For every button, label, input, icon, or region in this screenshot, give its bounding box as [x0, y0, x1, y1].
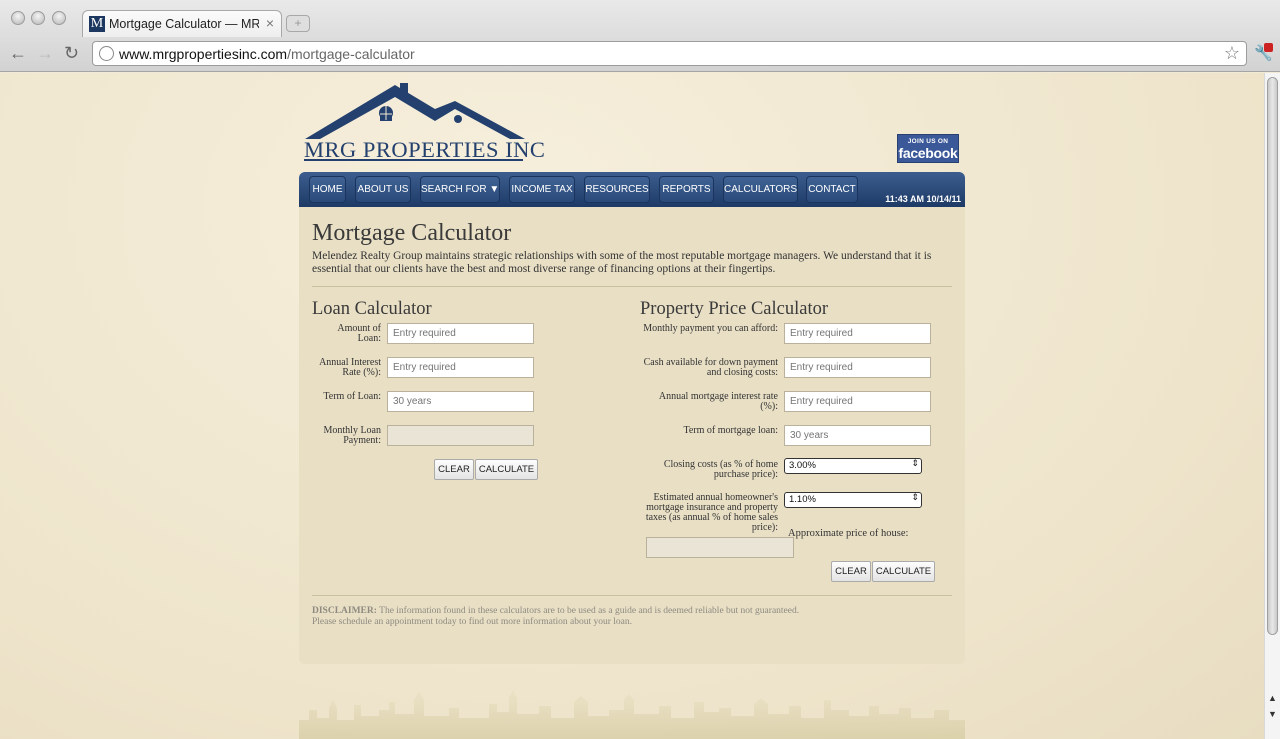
interest-rate-input[interactable] — [387, 357, 534, 378]
disclaimer-label: DISCLAIMER: — [312, 606, 377, 616]
webpage: MRG PROPERTIES INC JOIN US ON facebook H… — [0, 73, 1264, 739]
approx-price-output — [646, 537, 794, 558]
content-panel: Mortgage Calculator Melendez Realty Grou… — [299, 207, 965, 664]
globe-icon — [99, 46, 114, 61]
main-nav: HOME ABOUT US SEARCH FOR ▼ INCOME TAX RE… — [299, 172, 965, 207]
monthly-payment-output — [387, 425, 534, 446]
loan-clear-button[interactable]: CLEAR — [434, 459, 474, 480]
new-tab-button[interactable]: + — [286, 15, 310, 32]
facebook-join-button[interactable]: JOIN US ON facebook — [897, 134, 959, 163]
scroll-up-arrow-icon[interactable]: ▲ — [1268, 693, 1277, 703]
facebook-join-label: JOIN US ON — [907, 138, 949, 145]
monthly-payment-label: Monthly Loan Payment: — [323, 425, 382, 446]
house-logo-icon — [305, 83, 525, 139]
reload-icon[interactable]: ↻ — [64, 43, 79, 63]
insurance-taxes-select[interactable]: 1.10% ⇕ — [784, 492, 922, 508]
url-text: www.mrgpropertiesinc.com/mortgage-calcul… — [119, 46, 415, 62]
monthly-afford-input[interactable] — [784, 323, 931, 344]
nav-search-for[interactable]: SEARCH FOR ▼ — [420, 176, 500, 203]
nav-income-tax[interactable]: INCOME TAX — [509, 176, 575, 203]
monthly-afford-label: Monthly payment you can afford: — [643, 323, 778, 334]
cash-available-input[interactable] — [784, 357, 931, 378]
tab-close-icon[interactable]: × — [266, 15, 274, 31]
scroll-down-arrow-icon[interactable]: ▼ — [1268, 709, 1277, 719]
nav-contact[interactable]: CONTACT — [806, 176, 858, 203]
approx-price-label: Approximate price of house: — [788, 528, 909, 539]
nav-resources[interactable]: RESOURCES — [584, 176, 650, 203]
select-arrows-icon: ⇕ — [911, 458, 919, 468]
insurance-taxes-value: 1.10% — [789, 494, 816, 505]
property-calculator-title: Property Price Calculator — [640, 299, 829, 319]
cash-available-label: Cash available for down payment and clos… — [643, 357, 778, 378]
property-calculate-button[interactable]: CALCULATE — [872, 561, 935, 582]
mortgage-term-label: Term of mortgage loan: — [683, 425, 778, 436]
tab-title: Mortgage Calculator — MRG — [109, 17, 259, 31]
city-skyline-decoration — [299, 690, 965, 739]
insurance-taxes-label: Estimated annual homeowner's mortgage in… — [645, 492, 778, 533]
page-scrollbar[interactable]: ▲ ▼ — [1264, 73, 1280, 739]
facebook-logo-text: facebook — [898, 145, 958, 161]
property-clear-button[interactable]: CLEAR — [831, 561, 871, 582]
nav-reports[interactable]: REPORTS — [659, 176, 714, 203]
scrollbar-thumb[interactable] — [1267, 77, 1278, 635]
forward-arrow-icon[interactable]: → — [36, 43, 54, 63]
loan-amount-label: Amount of Loan: — [337, 323, 381, 344]
close-window-button[interactable] — [11, 11, 25, 25]
mortgage-term-input[interactable] — [784, 425, 931, 446]
browser-chrome: M Mortgage Calculator — MRG × + ← → ↻ ww… — [0, 0, 1280, 72]
mortgage-rate-label: Annual mortgage interest rate (%): — [658, 391, 778, 412]
closing-costs-select[interactable]: 3.00% ⇕ — [784, 458, 922, 474]
logo-underline — [304, 159, 523, 161]
select-arrows-icon: ⇕ — [911, 492, 919, 502]
closing-costs-value: 3.00% — [789, 460, 816, 471]
loan-amount-input[interactable] — [387, 323, 534, 344]
update-badge-icon — [1264, 43, 1273, 52]
zoom-window-button[interactable] — [52, 11, 66, 25]
divider — [312, 286, 952, 287]
nav-calculators[interactable]: CALCULATORS — [723, 176, 798, 203]
loan-calculator-title: Loan Calculator — [312, 299, 432, 319]
nav-datetime: 11:43 AM 10/14/11 — [885, 194, 961, 204]
back-arrow-icon[interactable]: ← — [9, 43, 27, 63]
closing-costs-label: Closing costs (as % of home purchase pri… — [663, 459, 778, 480]
nav-home[interactable]: HOME — [309, 176, 346, 203]
mortgage-rate-input[interactable] — [784, 391, 931, 412]
page-title: Mortgage Calculator — [312, 220, 512, 246]
disclaimer-text: The information found in these calculato… — [376, 606, 800, 616]
minimize-window-button[interactable] — [31, 11, 45, 25]
disclaimer-text-2: Please schedule an appointment today to … — [312, 616, 633, 627]
favicon-icon: M — [89, 16, 105, 32]
loan-calculate-button[interactable]: CALCULATE — [475, 459, 538, 480]
browser-tab[interactable]: M Mortgage Calculator — MRG × — [82, 10, 282, 37]
divider — [312, 595, 952, 596]
interest-rate-label: Annual Interest Rate (%): — [319, 357, 381, 378]
nav-about-us[interactable]: ABOUT US — [355, 176, 411, 203]
intro-text: Melendez Realty Group maintains strategi… — [312, 250, 932, 275]
loan-term-label: Term of Loan: — [323, 391, 381, 402]
address-bar[interactable]: www.mrgpropertiesinc.com/mortgage-calcul… — [92, 41, 1247, 66]
loan-term-input[interactable] — [387, 391, 534, 412]
bookmark-star-icon[interactable]: ☆ — [1224, 43, 1240, 64]
disclaimer: DISCLAIMER: The information found in the… — [312, 606, 799, 627]
